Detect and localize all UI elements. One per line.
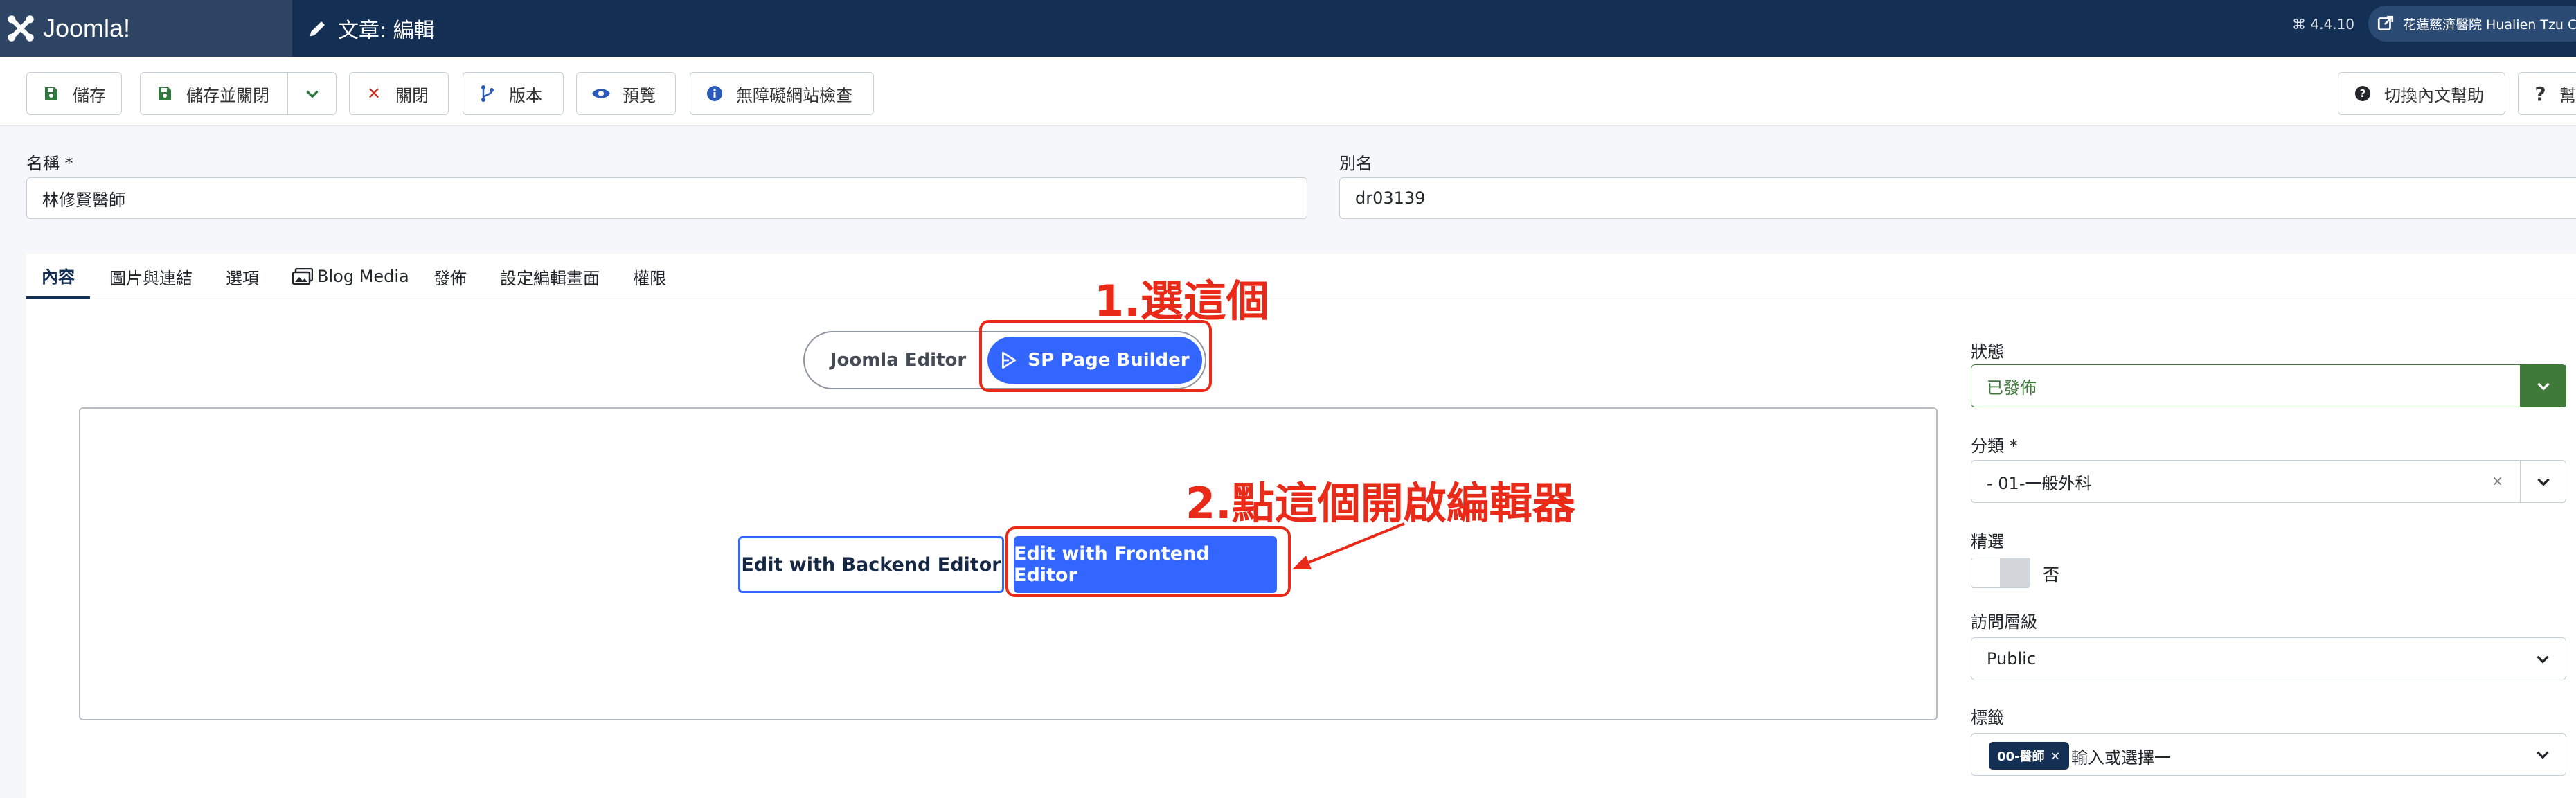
title-value: 林修賢醫師	[42, 190, 125, 210]
tab-editor-config[interactable]: 設定編輯畫面	[500, 254, 600, 299]
chevron-down-icon	[305, 90, 319, 98]
tab-content[interactable]: 內容	[26, 254, 90, 299]
alias-input[interactable]: dr03139	[1339, 177, 2576, 219]
chevron-down-icon	[2537, 655, 2549, 664]
annotation-arrow-icon	[1292, 522, 1405, 569]
alias-label: 別名	[1339, 154, 1372, 173]
status-value: 已發佈	[1987, 378, 2037, 398]
featured-toggle[interactable]	[1971, 558, 2030, 588]
toggle-help-label: 切換內文幫助	[2384, 85, 2484, 105]
save-dropdown-toggle[interactable]	[287, 73, 336, 114]
tab-bar: 內容 圖片與連結 選項 Blog Media 發佈 設定編輯畫面 權限	[26, 254, 2576, 299]
svg-text:?: ?	[2360, 87, 2366, 100]
joomla-editor-option[interactable]: Joomla Editor	[805, 332, 992, 388]
preview-label: 預覽	[623, 85, 656, 105]
edit-backend-button[interactable]: Edit with Backend Editor	[738, 536, 1004, 593]
tab-images-links[interactable]: 圖片與連結	[109, 254, 193, 299]
branch-icon	[476, 82, 499, 105]
page-title: 文章: 編輯	[307, 0, 435, 57]
preview-button[interactable]: 預覽	[576, 72, 676, 115]
title-input[interactable]: 林修賢醫師	[26, 177, 1307, 219]
category-label: 分類 *	[1971, 436, 2018, 456]
pencil-icon	[310, 21, 325, 37]
toolbar: 儲存 儲存並關閉 ✕ 關閉 版本 預覽 無障礙網站檢查 ? 切換內文幫助 ? 幫	[0, 57, 2576, 126]
tab-publishing[interactable]: 發佈	[433, 254, 467, 299]
status-label: 狀態	[1971, 342, 2004, 362]
status-dropdown-toggle[interactable]	[2520, 365, 2566, 407]
brand[interactable]: Joomla!	[0, 0, 292, 57]
brand-name: Joomla!	[43, 14, 131, 42]
joomla-logo-icon	[8, 15, 34, 42]
annotation-box-sp	[979, 320, 1212, 392]
title-label: 名稱 *	[26, 154, 73, 173]
site-name: 花蓮慈濟醫院 Hualien Tzu Chi	[2403, 17, 2576, 33]
annotation-step1: 1.選這個	[1094, 276, 1269, 326]
tags-dropdown-toggle[interactable]	[2520, 734, 2566, 775]
close-icon: ✕	[366, 84, 382, 103]
toggle-help-button[interactable]: ? 切換內文幫助	[2338, 72, 2505, 115]
floppy-icon	[39, 82, 63, 105]
tags-placeholder: 輸入或選擇一	[2071, 748, 2171, 768]
annotation-box-frontend	[1005, 526, 1291, 597]
featured-value: 否	[2043, 565, 2059, 585]
top-header: Joomla! 文章: 編輯 ⌘ 4.4.10 花蓮慈濟醫院 Hualien T…	[0, 0, 2576, 57]
page-title-text: 文章: 編輯	[338, 19, 435, 43]
save-button[interactable]: 儲存	[26, 72, 122, 115]
floppy-icon	[153, 82, 177, 105]
chevron-down-icon	[2537, 478, 2550, 486]
versions-label: 版本	[509, 85, 542, 105]
info-icon	[703, 82, 726, 105]
help-button[interactable]: ? 幫	[2518, 72, 2576, 115]
access-dropdown-toggle[interactable]	[2520, 638, 2566, 680]
tag-chip-label: 00-醫師	[1997, 750, 2045, 764]
save-label: 儲存	[73, 85, 106, 105]
accessibility-check-button[interactable]: 無障礙網站檢查	[690, 72, 874, 115]
access-label: 訪問層級	[1971, 612, 2037, 632]
category-dropdown-toggle[interactable]	[2520, 461, 2566, 502]
save-close-button[interactable]: 儲存並關閉	[140, 72, 337, 115]
versions-button[interactable]: 版本	[463, 72, 564, 115]
version-label: ⌘ 4.4.10	[2292, 16, 2354, 33]
eye-icon	[589, 82, 613, 105]
clear-icon[interactable]: ×	[2492, 472, 2503, 489]
external-link-icon	[2377, 15, 2394, 31]
site-link-button[interactable]: 花蓮慈濟醫院 Hualien Tzu Chi	[2368, 6, 2576, 42]
toggle-knob	[2000, 558, 2030, 587]
help-label: 幫	[2559, 85, 2576, 105]
tag-chip[interactable]: 00-醫師 ×	[1989, 742, 2069, 770]
access-value: Public	[1987, 649, 2037, 668]
close-label: 關閉	[395, 85, 429, 105]
category-select[interactable]: - 01-一般外科 ×	[1971, 460, 2566, 503]
featured-label: 精選	[1971, 532, 2004, 551]
category-value: - 01-一般外科	[1987, 473, 2092, 493]
tab-permissions[interactable]: 權限	[633, 254, 666, 299]
remove-tag-icon[interactable]: ×	[2050, 749, 2061, 763]
question-circle-icon: ?	[2351, 82, 2374, 105]
images-icon	[292, 268, 313, 285]
close-button[interactable]: ✕ 關閉	[349, 72, 449, 115]
accessibility-check-label: 無障礙網站檢查	[736, 85, 852, 105]
access-select[interactable]: Public	[1971, 637, 2566, 680]
save-close-label: 儲存並關閉	[186, 85, 269, 105]
tab-blog-media-label: Blog Media	[317, 267, 409, 286]
status-select[interactable]: 已發佈	[1971, 364, 2566, 407]
tab-options[interactable]: 選項	[226, 254, 259, 299]
chevron-down-icon	[2537, 751, 2549, 759]
alias-value: dr03139	[1355, 188, 1426, 208]
tab-blog-media[interactable]: Blog Media	[292, 254, 409, 299]
chevron-down-icon	[2537, 382, 2550, 391]
question-icon: ?	[2534, 82, 2546, 105]
tags-label: 標籤	[1971, 708, 2004, 727]
